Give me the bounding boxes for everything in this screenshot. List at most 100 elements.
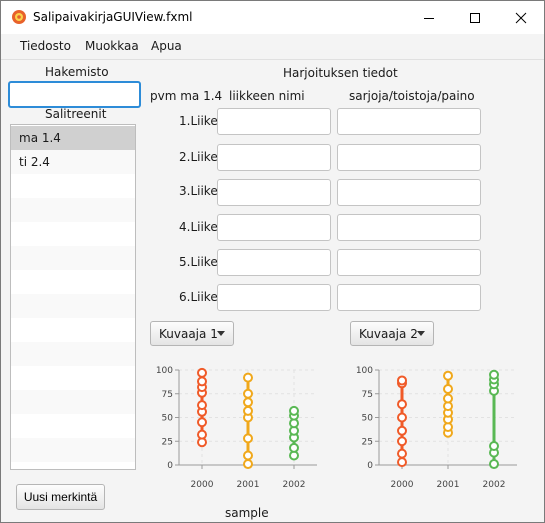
data-point [243,459,253,470]
data-point [197,376,207,387]
data-point [443,384,453,394]
data-point [489,369,499,380]
y-tick-label: 25 [362,437,373,447]
x-tick-label: 2000 [391,480,414,490]
exercise-name-field-1[interactable] [217,108,331,135]
new-entry-button[interactable]: Uusi merkintä [16,484,105,510]
chart1-dropdown-label: Kuvaaja 1 [159,327,218,341]
data-point [197,417,207,428]
exercise-sets-field-6[interactable] [337,284,481,311]
data-point [397,375,407,386]
empty-row [11,318,135,342]
data-point [489,441,499,451]
close-button[interactable] [498,1,544,34]
date-label: pvm ma 1.4 [150,89,223,103]
exercise-sets-field-3[interactable] [337,179,481,206]
list-item[interactable]: ti 2.4 [11,150,135,174]
empty-row [11,174,135,198]
exercise-label-1: 1.Liike [179,114,218,128]
exercise-name-field-3[interactable] [217,179,331,206]
search-input[interactable] [8,81,141,108]
x-tick-label: 2002 [283,480,306,490]
x-tick-label: 2001 [237,480,260,490]
exercise-sets-field-1[interactable] [337,108,481,135]
sets-header: sarjoja/toistoja/paino [349,89,475,103]
close-icon [515,12,527,23]
empty-row [11,414,135,438]
data-point [243,397,253,408]
exercise-sets-field-4[interactable] [337,214,481,241]
y-tick-label: 25 [162,437,173,447]
x-tick-label: 2002 [483,480,506,490]
exercise-name-header: liikkeen nimi [229,89,305,103]
exercise-sets-field-5[interactable] [337,249,481,276]
data-point [397,448,407,459]
menu-bar: Tiedosto Muokkaa Apua [1,34,544,60]
empty-row [11,342,135,366]
exercise-name-field-5[interactable] [217,249,331,276]
empty-row [11,390,135,414]
exercise-label-5: 5.Liike [179,255,218,269]
x-tick-label: 2000 [191,480,214,490]
empty-row [11,438,135,462]
y-tick-label: 75 [162,390,173,400]
data-point [289,442,299,453]
data-point [289,405,299,416]
chevron-down-icon [217,331,225,336]
menu-apua[interactable]: Apua [151,39,182,53]
exercise-label-4: 4.Liike [179,220,218,234]
exercise-name-field-2[interactable] [217,144,331,171]
exercise-sets-field-2[interactable] [337,144,481,171]
data-point [397,399,407,410]
window-title: SalipaivakirjaGUIView.fxml [33,10,193,24]
y-tick-label: 100 [156,366,173,376]
chart1-dropdown[interactable]: Kuvaaja 1 [150,321,234,346]
chevron-down-icon [417,331,425,336]
empty-row [11,366,135,390]
chart-x-label: sample [225,506,269,520]
data-point [397,425,407,436]
empty-row [11,294,135,318]
data-point [197,367,207,378]
x-tick-label: 2001 [437,480,460,490]
empty-row [11,270,135,294]
y-tick-label: 50 [362,414,374,424]
data-point [243,372,253,383]
data-point [489,459,499,470]
app-icon [12,10,26,24]
maximize-icon [470,12,480,23]
minimize-button[interactable] [406,1,452,34]
data-point [197,400,207,411]
exercise-name-field-6[interactable] [217,284,331,311]
chart-2: 0 25 50 75 100 2000 2001 2002 [356,366,517,490]
menu-tiedosto[interactable]: Tiedosto [20,39,71,53]
data-point [243,405,253,416]
workout-list-label: Salitreenit [45,107,107,121]
data-point [397,457,407,468]
data-point [397,412,407,423]
data-point [443,393,453,404]
empty-row [11,246,135,270]
data-point [443,370,453,381]
y-tick-label: 100 [356,366,373,376]
maximize-button[interactable] [452,1,498,34]
y-tick-label: 50 [162,414,174,424]
chart2-dropdown[interactable]: Kuvaaja 2 [350,321,434,346]
y-tick-label: 0 [167,461,173,471]
title-bar[interactable]: SalipaivakirjaGUIView.fxml [1,1,544,34]
details-title: Harjoituksen tiedot [283,66,398,80]
app-window: SalipaivakirjaGUIView.fxml Tiedosto Muok… [0,0,545,523]
exercise-label-3: 3.Liike [179,184,218,198]
data-point [243,388,253,399]
data-point [243,433,253,444]
y-tick-label: 75 [362,390,373,400]
workout-list[interactable]: ma 1.4 ti 2.4 [10,124,136,470]
empty-row [11,222,135,246]
menu-muokkaa[interactable]: Muokkaa [85,39,139,53]
exercise-label-2: 2.Liike [179,150,218,164]
y-tick-label: 0 [367,461,373,471]
exercise-name-field-4[interactable] [217,214,331,241]
list-item[interactable]: ma 1.4 [11,126,135,150]
exercise-label-6: 6.Liike [179,290,218,304]
chart2-dropdown-label: Kuvaaja 2 [359,327,418,341]
